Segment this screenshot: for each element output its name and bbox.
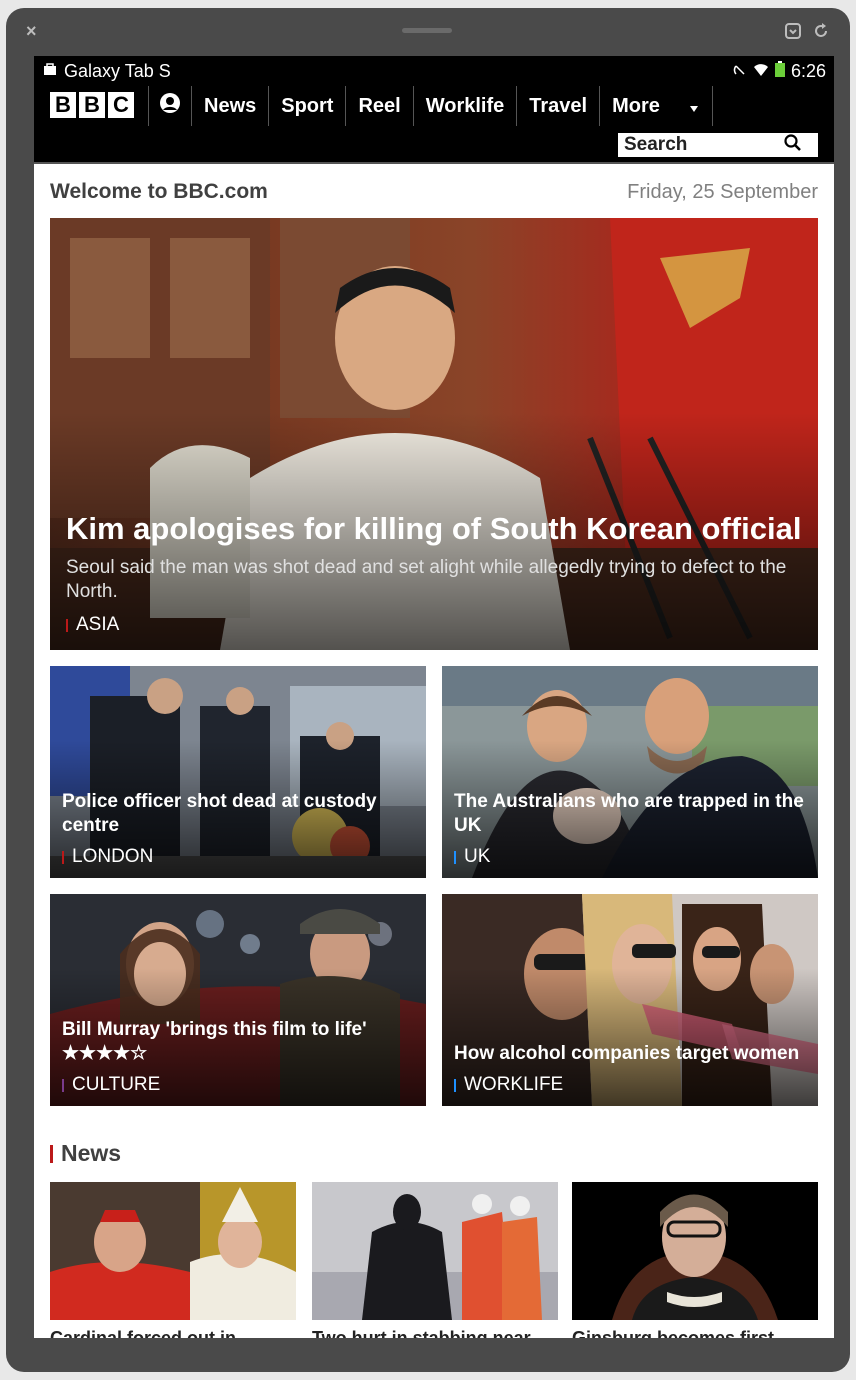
news-thumbnail[interactable] <box>572 1182 818 1320</box>
section-title: News <box>61 1140 122 1166</box>
card-headline[interactable]: The Australians who are trapped in the U… <box>454 790 806 838</box>
news-thumbnail[interactable] <box>312 1182 558 1320</box>
section-marker <box>50 1144 53 1163</box>
nav-item-sport[interactable]: Sport <box>268 86 345 126</box>
tag-label: UK <box>464 846 491 867</box>
status-bar: Galaxy Tab S 6:26 <box>34 56 834 86</box>
card-tag[interactable]: WORKLIFE <box>454 1074 806 1096</box>
close-icon[interactable]: × <box>26 22 37 40</box>
bag-icon <box>42 61 58 82</box>
hero-story[interactable]: Kim apologises for killing of South Kore… <box>50 218 818 650</box>
news-headline[interactable]: Ginsburg becomes first <box>572 1328 818 1338</box>
thumbnail-image <box>50 1182 296 1320</box>
logo-letter: B <box>79 92 105 118</box>
tag-marker <box>62 1078 64 1092</box>
hero-tag[interactable]: ASIA <box>66 614 802 636</box>
nav-item-news[interactable]: News <box>191 86 268 126</box>
device-frame: × Galaxy Tab S 6:26 B B C News Sport Ree… <box>6 8 850 1372</box>
account-icon <box>159 92 181 120</box>
drag-handle[interactable] <box>402 28 452 33</box>
news-section-heading[interactable]: News <box>50 1140 121 1167</box>
logo-letter: C <box>108 92 134 118</box>
bbc-navigation: B B C News Sport Reel Worklife Travel Mo… <box>34 86 834 164</box>
nav-item-reel[interactable]: Reel <box>345 86 412 126</box>
battery-icon <box>774 60 785 82</box>
hero-headline[interactable]: Kim apologises for killing of South Kore… <box>66 510 802 548</box>
news-headline[interactable]: Two hurt in stabbing near <box>312 1328 558 1338</box>
nav-item-worklife[interactable]: Worklife <box>412 86 517 126</box>
hero-summary: Seoul said the man was shot dead and set… <box>66 557 787 602</box>
news-headline[interactable]: Cardinal forced out in <box>50 1328 296 1338</box>
card-headline[interactable]: Police officer shot dead at custody cent… <box>62 790 414 838</box>
card-headline[interactable]: Bill Murray 'brings this film to life' <box>62 1018 414 1042</box>
screenshot-icon[interactable] <box>784 22 802 40</box>
story-card[interactable]: How alcohol companies target women WORKL… <box>442 894 818 1106</box>
tag-marker <box>66 618 68 632</box>
tag-marker <box>62 850 64 864</box>
tag-label: ASIA <box>76 614 120 635</box>
tag-label: CULTURE <box>72 1074 161 1095</box>
story-card[interactable]: The Australians who are trapped in the U… <box>442 666 818 878</box>
search-icon[interactable] <box>784 133 802 157</box>
nav-more-label: More <box>612 94 660 117</box>
tag-label: WORKLIFE <box>464 1074 564 1095</box>
page-title: Welcome to BBC.com <box>50 180 268 203</box>
story-card[interactable]: Police officer shot dead at custody cent… <box>50 666 426 878</box>
search-input[interactable] <box>624 134 784 156</box>
page-date: Friday, 25 September <box>627 180 818 203</box>
tag-label: LONDON <box>72 846 154 867</box>
card-tag[interactable]: CULTURE <box>62 1074 414 1096</box>
card-headline[interactable]: How alcohol companies target women <box>454 1042 806 1066</box>
rotate-lock-icon <box>733 61 747 82</box>
rotate-icon[interactable] <box>812 22 830 40</box>
card-tag[interactable]: LONDON <box>62 846 414 868</box>
account-button[interactable] <box>148 86 191 126</box>
nav-item-travel[interactable]: Travel <box>516 86 599 126</box>
screen: Galaxy Tab S 6:26 B B C News Sport Reel … <box>34 56 834 1338</box>
thumbnail-image <box>312 1182 558 1320</box>
search-box[interactable] <box>618 133 818 157</box>
thumbnail-image <box>572 1182 818 1320</box>
clock-time: 6:26 <box>790 60 826 81</box>
caret-down-icon <box>689 95 698 118</box>
logo-letter: B <box>50 92 76 118</box>
story-card[interactable]: Bill Murray 'brings this film to life' ★… <box>50 894 426 1106</box>
welcome-bar: Welcome to BBC.com Friday, 25 September <box>34 164 834 220</box>
tag-marker <box>454 1078 456 1092</box>
bbc-logo[interactable]: B B C <box>50 92 134 118</box>
star-rating: ★★★★☆ <box>62 1043 148 1064</box>
wifi-icon <box>753 61 769 82</box>
card-tag[interactable]: UK <box>454 846 806 868</box>
news-thumbnail[interactable] <box>50 1182 296 1320</box>
tag-marker <box>454 850 456 864</box>
nav-item-more[interactable]: More <box>599 86 713 126</box>
device-model: Galaxy Tab S <box>64 60 171 81</box>
